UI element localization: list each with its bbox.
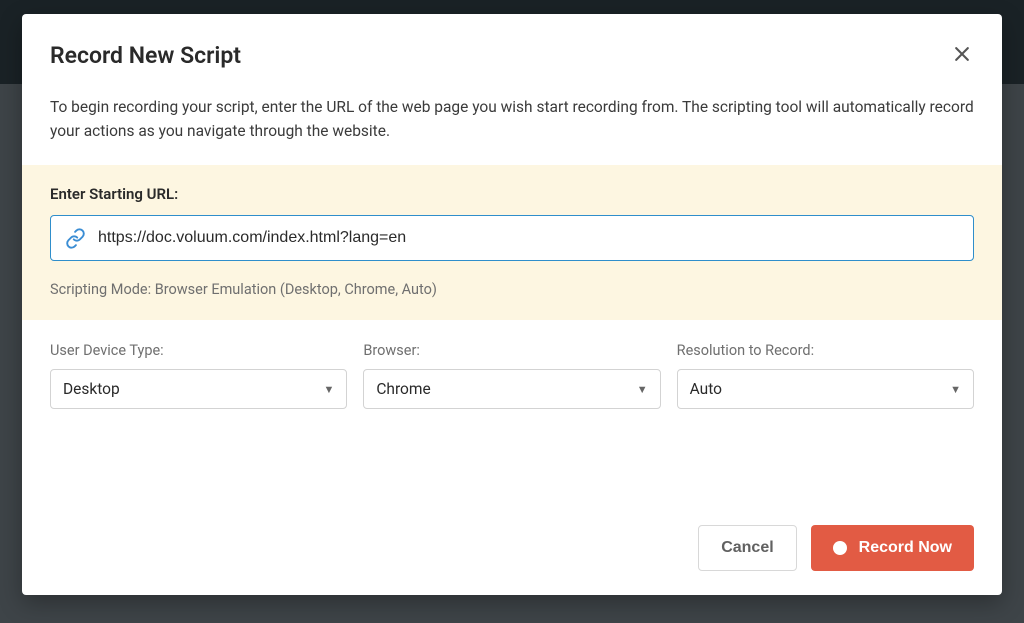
cancel-button[interactable]: Cancel — [698, 525, 796, 571]
record-icon — [833, 541, 847, 555]
record-button-label: Record Now — [859, 539, 952, 557]
record-script-modal: Record New Script To begin recording you… — [22, 14, 1002, 595]
device-type-group: User Device Type: Desktop ▼ — [50, 342, 347, 409]
device-type-value: Desktop — [63, 380, 120, 398]
url-section: Enter Starting URL: Scripting Mode: Brow… — [22, 165, 1002, 320]
close-icon — [952, 44, 972, 64]
modal-description: To begin recording your script, enter th… — [22, 87, 1002, 165]
link-icon — [65, 228, 86, 249]
chevron-down-icon: ▼ — [637, 383, 648, 396]
close-button[interactable] — [950, 42, 974, 66]
browser-select[interactable]: Chrome ▼ — [363, 369, 660, 409]
scripting-mode-text: Scripting Mode: Browser Emulation (Deskt… — [50, 281, 974, 298]
resolution-group: Resolution to Record: Auto ▼ — [677, 342, 974, 409]
resolution-label: Resolution to Record: — [677, 342, 974, 359]
device-type-label: User Device Type: — [50, 342, 347, 359]
url-input-wrapper[interactable] — [50, 215, 974, 261]
modal-title: Record New Script — [50, 42, 241, 69]
modal-footer: Cancel Record Now — [22, 503, 1002, 595]
chevron-down-icon: ▼ — [950, 383, 961, 396]
cancel-button-label: Cancel — [721, 539, 773, 557]
url-input[interactable] — [98, 216, 959, 260]
resolution-select[interactable]: Auto ▼ — [677, 369, 974, 409]
device-type-select[interactable]: Desktop ▼ — [50, 369, 347, 409]
resolution-value: Auto — [690, 380, 722, 398]
record-now-button[interactable]: Record Now — [811, 525, 974, 571]
browser-label: Browser: — [363, 342, 660, 359]
browser-value: Chrome — [376, 380, 430, 398]
chevron-down-icon: ▼ — [323, 383, 334, 396]
url-label: Enter Starting URL: — [50, 185, 974, 203]
browser-group: Browser: Chrome ▼ — [363, 342, 660, 409]
selects-section: User Device Type: Desktop ▼ Browser: Chr… — [22, 320, 1002, 419]
modal-header: Record New Script — [22, 14, 1002, 87]
